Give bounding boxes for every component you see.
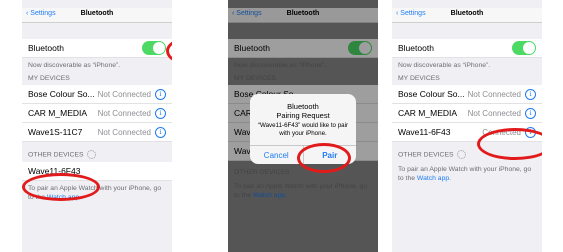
bluetooth-cell: Bluetooth [392,39,542,58]
nav-bar: ‹ Settings Bluetooth [392,8,542,23]
status-bar [392,0,542,8]
device-name: Bose Colour So... [398,89,465,99]
info-icon[interactable]: i [525,107,536,119]
info-icon[interactable]: i [155,88,166,100]
device-status: Not Connected [97,89,151,99]
device-row[interactable]: CAR M_MEDIA Not Connected i [22,104,172,123]
my-devices-header: MY DEVICES [28,75,70,82]
device-row[interactable]: Bose Colour So... Not Connected i [22,85,172,104]
device-status: Not Connected [467,108,521,118]
device-name: Wave11-6F43 [398,127,451,137]
bluetooth-label: Bluetooth [398,43,434,53]
device-name: Bose Colour So... [28,89,95,99]
page-title: Bluetooth [450,10,484,17]
alert-message: “Wave11-6F43” would like to pair with yo… [257,122,349,137]
bluetooth-label: Bluetooth [28,43,64,53]
status-bar [22,0,172,8]
device-status: Not Connected [97,108,151,118]
watch-app-link[interactable]: Watch app [417,175,449,182]
alert-title: Bluetooth Pairing Request [276,102,330,120]
loading-spinner-icon [86,150,96,159]
device-row[interactable]: CAR M_MEDIA Not Connected i [392,104,542,123]
other-devices-header: OTHER DEVICES [22,142,172,162]
highlight-oval [297,143,351,173]
phone-screen-3: ‹ Settings Bluetooth Bluetooth Now disco… [392,0,542,252]
highlight-oval [22,173,100,201]
info-icon[interactable]: i [155,107,166,119]
device-name: CAR M_MEDIA [398,108,458,118]
bluetooth-toggle[interactable] [142,41,166,55]
nav-bar: ‹ Settings Bluetooth [22,8,172,23]
device-status: Not Connected [467,89,521,99]
loading-spinner-icon [456,150,466,159]
device-name: CAR M_MEDIA [28,108,88,118]
device-name: Wave1S-11C7 [28,127,83,137]
cancel-button[interactable]: Cancel [250,146,304,164]
device-status: Not Connected [97,127,151,137]
device-row[interactable]: Bose Colour So... Not Connected i [392,85,542,104]
discoverable-note: Now discoverable as “iPhone”. [28,62,121,69]
discoverable-note: Now discoverable as “iPhone”. [398,62,491,69]
page-title: Bluetooth [80,10,114,17]
info-icon[interactable]: i [525,88,536,100]
info-icon[interactable]: i [155,126,166,138]
watch-note: To pair an Apple Watch with your iPhone,… [398,166,532,182]
my-devices-header: MY DEVICES [398,75,440,82]
phone-screen-1: ‹ Settings Bluetooth Bluetooth Now disco… [22,0,172,252]
device-row[interactable]: Wave1S-11C7 Not Connected i [22,123,172,142]
phone-screen-2: ‹ Settings Bluetooth Bluetooth Now disco… [228,0,378,252]
bluetooth-toggle[interactable] [512,41,536,55]
bluetooth-cell: Bluetooth [22,39,172,58]
